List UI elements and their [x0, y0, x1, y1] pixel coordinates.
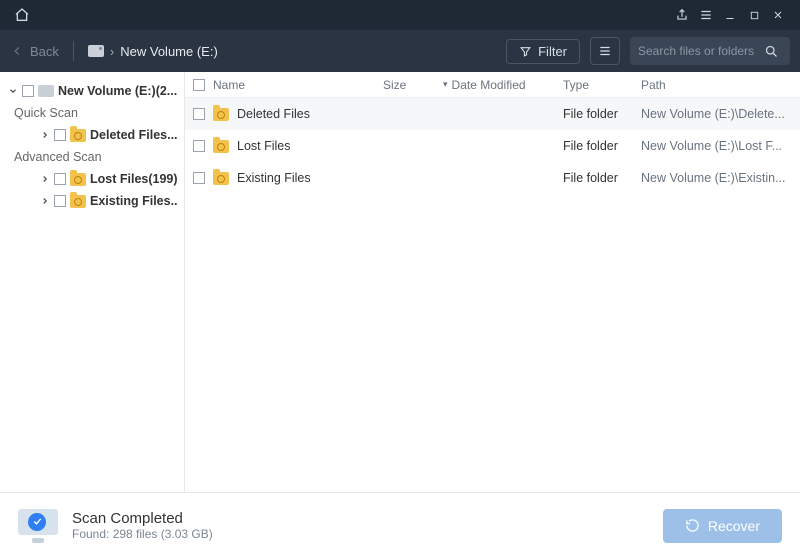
tree-root-label: New Volume (E:)(2...	[58, 84, 177, 98]
titlebar	[0, 0, 800, 30]
checkbox[interactable]	[54, 173, 66, 185]
row-name: Existing Files	[237, 171, 311, 185]
scan-status-title: Scan Completed	[72, 510, 213, 527]
file-panel: Name Size ▾ Date Modified Type Path Dele…	[185, 72, 800, 492]
tree-item-label: Existing Files...	[90, 194, 178, 208]
row-name: Deleted Files	[237, 107, 310, 121]
chevron-right-icon[interactable]	[40, 173, 50, 185]
search-box[interactable]	[630, 37, 790, 65]
tree-item-deleted[interactable]: Deleted Files...	[6, 124, 178, 146]
checkbox[interactable]	[193, 172, 205, 184]
col-name-header[interactable]: Name	[213, 78, 245, 92]
back-label: Back	[30, 44, 59, 59]
breadcrumb-label: New Volume (E:)	[120, 44, 218, 59]
recover-button[interactable]: Recover	[663, 509, 782, 543]
tree-item-label: Deleted Files...	[90, 128, 178, 142]
checkbox[interactable]	[22, 85, 34, 97]
table-row[interactable]: Existing Files File folder New Volume (E…	[185, 162, 800, 194]
advanced-scan-group-label: Advanced Scan	[6, 146, 178, 168]
filter-label: Filter	[538, 44, 567, 59]
view-mode-button[interactable]	[590, 37, 620, 65]
minimize-icon[interactable]	[718, 3, 742, 27]
tree-item-existing[interactable]: Existing Files...	[6, 190, 178, 212]
col-path-header[interactable]: Path	[641, 78, 800, 92]
recover-label: Recover	[708, 518, 760, 534]
folder-icon	[70, 129, 86, 142]
close-icon[interactable]	[766, 3, 790, 27]
folder-icon	[213, 108, 229, 121]
tree-root[interactable]: New Volume (E:)(2...	[6, 80, 178, 102]
chevron-down-icon[interactable]	[8, 85, 18, 97]
scan-status-icon	[18, 509, 58, 543]
table-row[interactable]: Lost Files File folder New Volume (E:)\L…	[185, 130, 800, 162]
checkbox[interactable]	[193, 108, 205, 120]
row-type: File folder	[563, 139, 641, 153]
table-row[interactable]: Deleted Files File folder New Volume (E:…	[185, 98, 800, 130]
row-path: New Volume (E:)\Lost F...	[641, 139, 800, 153]
folder-icon	[213, 172, 229, 185]
share-icon[interactable]	[670, 3, 694, 27]
search-icon	[764, 44, 779, 59]
breadcrumb[interactable]: › New Volume (E:)	[88, 44, 218, 59]
separator	[73, 41, 74, 61]
row-path: New Volume (E:)\Delete...	[641, 107, 800, 121]
quick-scan-group-label: Quick Scan	[6, 102, 178, 124]
drive-icon	[88, 45, 104, 57]
toolbar: Back › New Volume (E:) Filter	[0, 30, 800, 72]
row-path: New Volume (E:)\Existin...	[641, 171, 800, 185]
row-type: File folder	[563, 107, 641, 121]
col-size-header[interactable]: Size	[383, 78, 443, 92]
select-all-checkbox[interactable]	[193, 79, 205, 91]
chevron-right-icon[interactable]	[40, 195, 50, 207]
footer: Scan Completed Found: 298 files (3.03 GB…	[0, 492, 800, 558]
row-name: Lost Files	[237, 139, 291, 153]
search-input[interactable]	[638, 44, 758, 58]
sidebar: New Volume (E:)(2... Quick Scan Deleted …	[0, 72, 185, 492]
chevron-right-icon[interactable]	[40, 129, 50, 141]
folder-icon	[70, 195, 86, 208]
tree-item-label: Lost Files(199)	[90, 172, 178, 186]
folder-icon	[213, 140, 229, 153]
filter-button[interactable]: Filter	[506, 39, 580, 64]
menu-icon[interactable]	[694, 3, 718, 27]
sort-indicator-icon: ▾	[443, 79, 448, 90]
row-type: File folder	[563, 171, 641, 185]
scan-status-subtitle: Found: 298 files (3.03 GB)	[72, 527, 213, 541]
check-icon	[28, 513, 46, 531]
folder-icon	[70, 173, 86, 186]
column-header-row: Name Size ▾ Date Modified Type Path	[185, 72, 800, 98]
col-type-header[interactable]: Type	[563, 78, 641, 92]
maximize-icon[interactable]	[742, 3, 766, 27]
checkbox[interactable]	[54, 129, 66, 141]
checkbox[interactable]	[193, 140, 205, 152]
back-button[interactable]: Back	[10, 44, 59, 59]
checkbox[interactable]	[54, 195, 66, 207]
col-date-header[interactable]: ▾ Date Modified	[443, 78, 563, 92]
drive-icon	[38, 85, 54, 97]
home-icon[interactable]	[10, 3, 34, 27]
main-area: New Volume (E:)(2... Quick Scan Deleted …	[0, 72, 800, 492]
scan-status: Scan Completed Found: 298 files (3.03 GB…	[72, 510, 213, 541]
tree-item-lost[interactable]: Lost Files(199)	[6, 168, 178, 190]
